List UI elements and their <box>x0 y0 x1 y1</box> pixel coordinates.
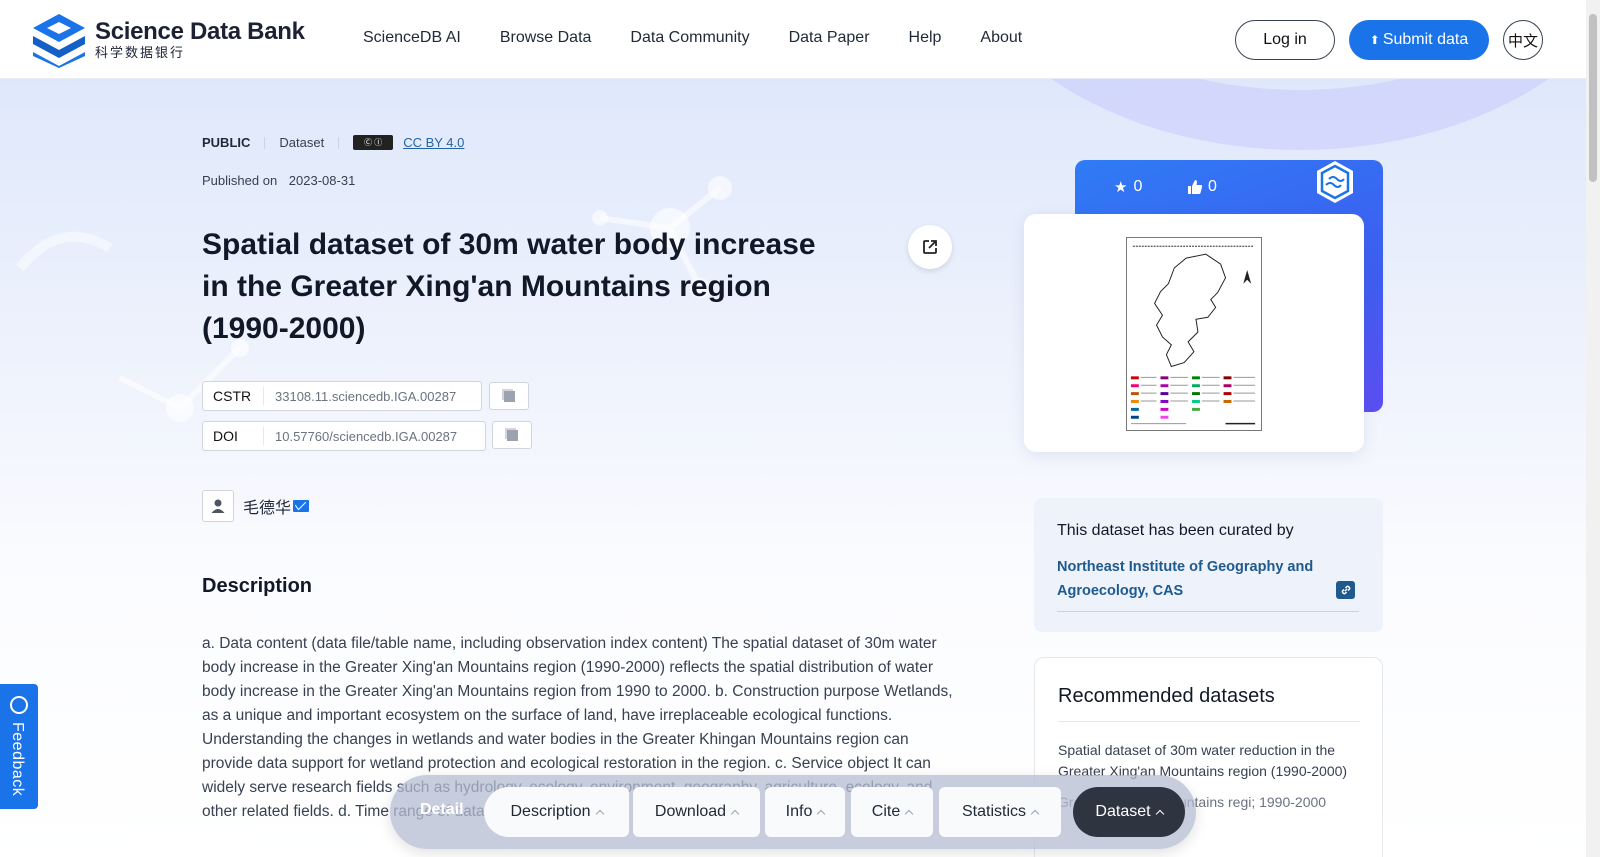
like-count-value: 0 <box>1208 178 1217 195</box>
tab-dataset-label: Dataset <box>1095 803 1151 820</box>
nav-data-paper[interactable]: Data Paper <box>789 29 870 47</box>
logo-title: Science Data Bank <box>95 18 305 45</box>
email-icon[interactable] <box>293 500 310 512</box>
upload-icon: ⬆ <box>1369 33 1380 47</box>
chevron-up-icon <box>817 809 826 819</box>
share-button[interactable] <box>908 225 952 269</box>
tab-cite[interactable]: Cite <box>851 787 933 837</box>
copy-icon <box>503 390 515 402</box>
external-link-icon <box>923 240 937 254</box>
dataset-title: Spatial dataset of 30m water body increa… <box>202 228 816 345</box>
author-avatar <box>202 490 234 522</box>
divider <box>1058 721 1360 722</box>
feedback-label: Feedback <box>9 722 26 797</box>
copy-cstr-button[interactable] <box>489 382 529 410</box>
description-heading: Description <box>202 575 313 597</box>
thumbs-up-icon <box>1188 180 1203 194</box>
curated-by-card: This dataset has been curated by Northea… <box>1034 498 1383 632</box>
nav-browse-data[interactable]: Browse Data <box>500 29 592 47</box>
chevron-up-icon <box>595 809 604 819</box>
logo-mark-icon <box>33 14 85 68</box>
chain-link-icon <box>1341 585 1350 595</box>
chevron-up-icon <box>730 809 740 819</box>
tab-description[interactable]: Description <box>484 787 629 837</box>
dataset-type: Dataset <box>279 135 325 150</box>
feedback-icon <box>10 696 28 714</box>
curator-org-link[interactable]: Northeast Institute of Geography and Agr… <box>1057 555 1327 603</box>
tab-statistics-label: Statistics <box>961 803 1026 820</box>
star-count[interactable]: ★ 0 <box>1114 178 1142 196</box>
tab-dataset[interactable]: Dataset <box>1073 787 1185 837</box>
tab-cite-label: Cite <box>871 803 901 820</box>
like-count[interactable]: 0 <box>1187 178 1217 196</box>
cstr-value: 33108.11.sciencedb.IGA.00287 <box>275 388 457 404</box>
chevron-up-icon <box>904 809 914 819</box>
cstr-label: CSTR <box>203 387 264 405</box>
published-date-value: 2023-08-31 <box>288 173 356 188</box>
divider <box>1057 611 1359 612</box>
tab-statistics[interactable]: Statistics <box>939 787 1061 837</box>
link-icon[interactable] <box>1336 581 1355 599</box>
star-count-value: 0 <box>1133 178 1143 195</box>
license-link[interactable]: CC BY 4.0 <box>403 135 464 150</box>
submit-data-button[interactable]: ⬆ Submit data <box>1349 20 1489 60</box>
curated-title: This dataset has been curated by <box>1057 522 1294 539</box>
doi-label: DOI <box>203 427 264 445</box>
divider <box>338 136 340 149</box>
tab-download-label: Download <box>654 803 727 820</box>
shield-badge-icon <box>1317 161 1353 203</box>
map-thumbnail <box>1126 237 1262 431</box>
dataset-thumbnail-card[interactable] <box>1024 214 1364 452</box>
dataset-meta-row: PUBLIC Dataset Ⓒ Ⓘ CC BY 4.0 <box>202 135 464 150</box>
doi-field: DOI 10.57760/sciencedb.IGA.00287 <box>202 421 486 451</box>
tab-description-label: Description <box>510 803 591 820</box>
tab-info[interactable]: Info <box>765 787 845 837</box>
user-icon <box>211 499 225 513</box>
author-name[interactable]: 毛德华 <box>243 494 291 518</box>
cc-license-icon: Ⓒ Ⓘ <box>353 135 394 150</box>
divider <box>264 136 266 149</box>
main-nav: ScienceDB AI Browse Data Data Community … <box>363 29 1061 47</box>
copy-icon <box>506 429 518 441</box>
nav-help[interactable]: Help <box>909 29 942 47</box>
scrollbar-thumb[interactable] <box>1589 14 1597 182</box>
feedback-tab[interactable]: Feedback <box>0 684 38 809</box>
author-row: 毛德华 <box>202 490 310 522</box>
nav-sciencedb-ai[interactable]: ScienceDB AI <box>363 29 461 47</box>
published-date: Published on 2023-08-31 <box>202 173 355 188</box>
tab-download[interactable]: Download <box>633 787 760 837</box>
nav-about[interactable]: About <box>980 29 1022 47</box>
visibility-badge: PUBLIC <box>202 135 251 150</box>
copy-doi-button[interactable] <box>492 421 532 449</box>
login-button[interactable]: Log in <box>1235 20 1335 60</box>
page-scrollbar[interactable] <box>1586 0 1600 857</box>
logo-subtitle: 科学数据银行 <box>95 45 186 60</box>
chevron-up-icon <box>1155 809 1164 819</box>
molecule-decoration <box>16 176 732 422</box>
site-logo[interactable]: Science Data Bank 科学数据银行 <box>31 12 305 68</box>
tab-detail-label: Detail <box>420 801 464 818</box>
published-label: Published on <box>202 173 278 188</box>
language-toggle[interactable]: 中文 <box>1503 20 1543 60</box>
doi-value: 10.57760/sciencedb.IGA.00287 <box>275 428 458 444</box>
star-icon: ★ <box>1114 179 1128 196</box>
chevron-up-icon <box>1030 809 1040 819</box>
nav-data-community[interactable]: Data Community <box>630 29 749 47</box>
cstr-field: CSTR 33108.11.sciencedb.IGA.00287 <box>202 381 482 411</box>
top-header: Science Data Bank 科学数据银行 ScienceDB AI Br… <box>0 0 1586 79</box>
recommended-title: Recommended datasets <box>1058 685 1275 707</box>
tab-info-label: Info <box>785 803 813 820</box>
submit-data-label: Submit data <box>1382 31 1469 48</box>
section-tab-bar: Detail Description Download Info Cite St… <box>390 775 1196 849</box>
